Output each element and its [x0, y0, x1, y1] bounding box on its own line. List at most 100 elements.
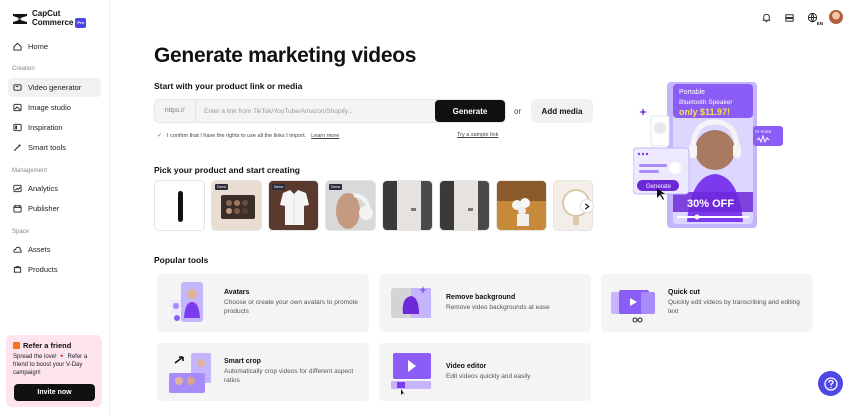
sidebar-item-smart-tools[interactable]: Smart tools: [8, 138, 101, 157]
video-editor-thumbnail: [391, 353, 431, 395]
demo-badge: Demo: [272, 184, 286, 190]
learn-more-link[interactable]: Learn more: [311, 133, 339, 139]
analytics-icon: [13, 184, 22, 193]
image-studio-icon: [13, 103, 22, 112]
section-management: Management: [12, 168, 48, 174]
magic-wand-icon: [13, 143, 22, 152]
sidebar-item-publisher[interactable]: Publisher: [8, 199, 101, 218]
sidebar-item-label: Publisher: [28, 204, 60, 213]
start-heading: Start with your product link or media: [154, 81, 303, 91]
product-card-flowers[interactable]: [496, 180, 547, 231]
tool-title: Quick cut: [668, 289, 700, 296]
sidebar-item-video-generator[interactable]: Video generator: [8, 78, 101, 97]
tool-desc: Remove video backgrounds at ease: [446, 304, 550, 311]
room-image: [383, 181, 432, 230]
bell-icon: [762, 13, 771, 22]
product-card-speaker[interactable]: [154, 180, 205, 231]
room-image-2: [440, 181, 489, 230]
box-icon: [13, 265, 22, 273]
sidebar-item-label: Analytics: [28, 184, 59, 193]
tool-card-quick-cut[interactable]: Quick cut Quickly edit videos by transcr…: [601, 274, 813, 332]
check-icon[interactable]: ✓: [157, 132, 162, 139]
link-prefix: https://: [165, 107, 185, 114]
consent-row: ✓ I confirm that I have the rights to us…: [157, 132, 339, 140]
sidebar-item-products[interactable]: Products: [8, 260, 101, 279]
video-generator-icon: [13, 84, 22, 91]
language-code: EN: [816, 20, 823, 26]
sidebar-item-home[interactable]: Home: [8, 37, 101, 56]
refer-friend-card: Refer a friend Spread the love! 💌 Refer …: [6, 335, 102, 407]
capcut-logo-icon: [13, 14, 27, 24]
chevron-right-icon: [584, 202, 590, 210]
promo-illustration: Portable Bluetooth Speaker only $11.97! …: [633, 82, 783, 228]
sidebar: CapCut Commerce Pro Home Creation Video g…: [0, 0, 110, 416]
product-link-input[interactable]: [199, 103, 429, 119]
pro-badge: Pro: [75, 18, 87, 28]
product-card-headphones[interactable]: Demo: [325, 180, 376, 231]
sidebar-item-label: Assets: [28, 245, 51, 254]
cloud-icon: [13, 246, 22, 253]
user-avatar[interactable]: [829, 10, 843, 24]
tool-desc: Edit videos quickly and easily: [446, 373, 531, 380]
tool-desc: Choose or create your own avatars to pro…: [224, 299, 359, 315]
carousel-next-button[interactable]: [580, 199, 594, 213]
tool-card-smart-crop[interactable]: Smart crop Automatically crop videos for…: [157, 343, 369, 401]
home-icon: [13, 42, 22, 51]
consent-text: I confirm that I have the rights to use …: [167, 132, 307, 139]
promo-generate: Generate: [646, 184, 672, 190]
logo-line1: CapCut: [32, 9, 61, 18]
product-card-room-2[interactable]: [439, 180, 490, 231]
gift-icon: [13, 342, 20, 349]
sidebar-item-label: Home: [28, 42, 49, 51]
notifications-button[interactable]: [760, 11, 773, 24]
inspiration-icon: [13, 123, 22, 132]
product-card-shirt[interactable]: Demo: [268, 180, 319, 231]
question-icon: [823, 376, 838, 391]
popular-tools-heading: Popular tools: [154, 255, 209, 265]
speaker-image: [178, 191, 183, 222]
help-button[interactable]: [818, 371, 843, 396]
or-separator: or: [514, 107, 522, 116]
sidebar-item-label: Smart tools: [28, 143, 66, 152]
link-input-row: https:// Generate: [154, 99, 506, 123]
add-media-button[interactable]: Add media: [531, 99, 593, 123]
sidebar-item-inspiration[interactable]: Inspiration: [8, 118, 101, 137]
sidebar-item-label: Inspiration: [28, 123, 63, 132]
sidebar-item-assets[interactable]: Assets: [8, 240, 101, 259]
product-card-room[interactable]: [382, 180, 433, 231]
tool-title: Remove background: [446, 294, 516, 301]
try-sample-link[interactable]: Try a sample link: [457, 132, 498, 138]
generate-button[interactable]: Generate: [435, 100, 505, 122]
language-button[interactable]: EN: [806, 11, 823, 26]
sidebar-item-analytics[interactable]: Analytics: [8, 179, 101, 198]
invite-now-button[interactable]: Invite now: [14, 384, 95, 401]
link-divider: [195, 100, 196, 122]
sidebar-item-label: Video generator: [28, 83, 82, 92]
tool-card-avatars[interactable]: Avatars Choose or create your own avatar…: [157, 274, 369, 332]
quick-cut-thumbnail: [611, 290, 655, 323]
product-carousel: Demo Demo Demo: [154, 180, 593, 231]
tool-card-remove-background[interactable]: Remove background Remove video backgroun…: [379, 274, 591, 332]
refer-title: Refer a friend: [23, 341, 72, 350]
promo-price: only $11.97!: [679, 107, 730, 117]
section-creation: Creation: [12, 66, 35, 72]
tool-title: Avatars: [224, 289, 250, 296]
product-card-palette[interactable]: Demo: [211, 180, 262, 231]
page-title: Generate marketing videos: [154, 44, 417, 67]
demo-badge: Demo: [215, 184, 229, 190]
calendar-icon: [13, 204, 22, 213]
tool-title: Smart crop: [224, 358, 261, 365]
section-space: Space: [12, 229, 30, 235]
refer-text: Spread the love! 💌 Refer a friend to boo…: [13, 354, 88, 376]
capcut-logo[interactable]: CapCut Commerce Pro: [12, 9, 87, 28]
shop-button[interactable]: [783, 11, 796, 24]
tool-desc: Quickly edit videos by transcribing and …: [668, 299, 800, 315]
promo-line1: Portable: [679, 89, 705, 96]
store-icon: [785, 13, 794, 22]
sidebar-item-image-studio[interactable]: Image studio: [8, 98, 101, 117]
remove-background-thumbnail: [391, 286, 431, 318]
header-actions: EN: [760, 10, 843, 26]
tool-card-video-editor[interactable]: Video editor Edit videos quickly and eas…: [379, 343, 591, 401]
promo-discount: 30% OFF: [687, 198, 734, 210]
tool-desc: Automatically crop videos for different …: [224, 368, 354, 384]
